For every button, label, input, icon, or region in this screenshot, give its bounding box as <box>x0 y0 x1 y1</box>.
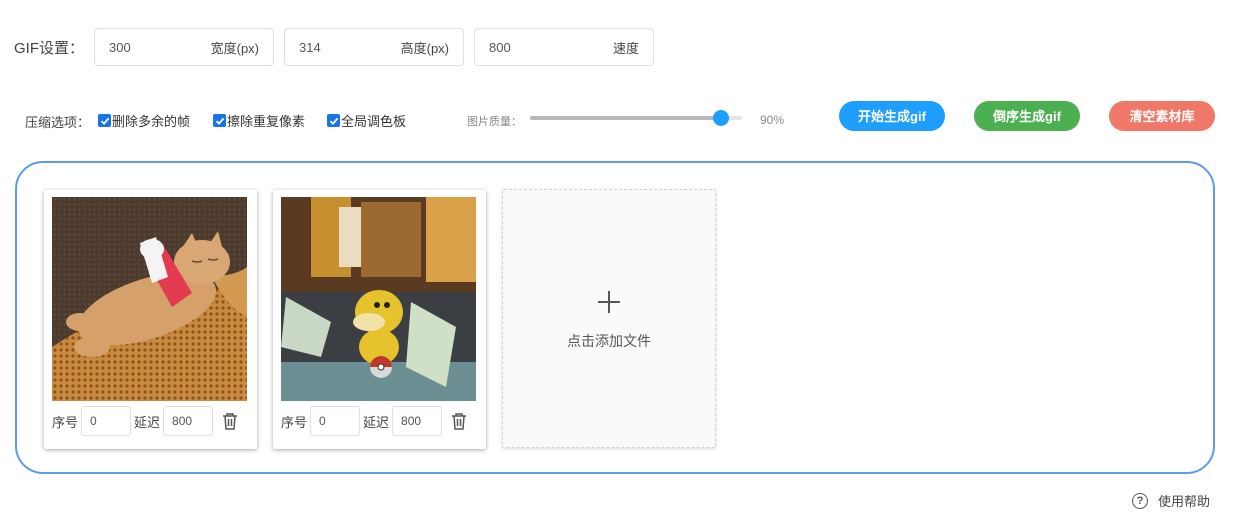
add-file-button[interactable]: 点击添加文件 <box>502 189 716 448</box>
height-suffix: 高度(px) <box>400 40 449 56</box>
frame-delay-input[interactable] <box>392 406 443 436</box>
start-generate-button[interactable]: 开始生成gif <box>839 101 945 131</box>
trash-icon[interactable] <box>222 412 238 430</box>
width-suffix: 宽度(px) <box>210 40 259 56</box>
delay-label: 延迟 <box>134 414 161 430</box>
checkbox-remove-frames[interactable]: 删除多余的帧 <box>98 111 190 130</box>
frame-index-input[interactable] <box>310 406 361 436</box>
clear-library-button[interactable]: 清空素材库 <box>1109 101 1215 131</box>
frame-card: 序号 延迟 <box>44 190 257 449</box>
frame-library: 序号 延迟 <box>15 161 1215 474</box>
frame-thumbnail-kitten <box>52 197 247 401</box>
help-link[interactable]: ? 使用帮助 <box>1132 491 1210 510</box>
gif-settings-label: GIF设置： <box>14 39 84 57</box>
speed-suffix: 速度 <box>612 40 639 56</box>
frame-index-input[interactable] <box>81 406 132 436</box>
checkbox-checked-icon[interactable] <box>98 114 111 127</box>
quality-slider[interactable] <box>530 111 742 125</box>
index-label: 序号 <box>52 414 79 430</box>
frame-controls: 序号 延迟 <box>281 406 467 436</box>
frame-delay-input[interactable] <box>163 406 214 436</box>
slider-fill <box>530 116 721 120</box>
width-input[interactable] <box>109 39 189 55</box>
checkbox-label: 擦除重复像素 <box>227 114 306 129</box>
quality-label: 图片质量： <box>467 116 522 128</box>
width-field[interactable]: 宽度(px) <box>94 28 274 66</box>
add-file-label: 点击添加文件 <box>567 332 651 349</box>
checkbox-checked-icon[interactable] <box>213 114 226 127</box>
quality-value: 90% <box>760 113 785 127</box>
reverse-generate-button[interactable]: 倒序生成gif <box>974 101 1080 131</box>
checkbox-label: 删除多余的帧 <box>112 114 191 129</box>
index-label: 序号 <box>281 414 308 430</box>
trash-icon[interactable] <box>451 412 467 430</box>
slider-thumb[interactable] <box>713 111 728 125</box>
question-circle-icon: ? <box>1132 492 1148 509</box>
frame-card: 序号 延迟 <box>273 190 486 449</box>
checkbox-erase-pixels[interactable]: 擦除重复像素 <box>213 111 305 130</box>
help-label: 使用帮助 <box>1158 494 1211 509</box>
height-input[interactable] <box>299 39 379 55</box>
height-field[interactable]: 高度(px) <box>284 28 464 66</box>
frame-thumbnail-psyduck <box>281 197 476 401</box>
plus-icon <box>596 287 622 321</box>
compression-options-row: 压缩选项： 删除多余的帧 擦除重复像素 全局调色板 图片质量： 90% 开始生成… <box>25 101 1225 135</box>
checkbox-label: 全局调色板 <box>341 114 407 129</box>
checkbox-global-palette[interactable]: 全局调色板 <box>327 111 406 130</box>
speed-field[interactable]: 速度 <box>474 28 654 66</box>
checkbox-checked-icon[interactable] <box>327 114 340 127</box>
frame-controls: 序号 延迟 <box>52 406 238 436</box>
compression-label: 压缩选项： <box>25 115 91 130</box>
delay-label: 延迟 <box>363 414 390 430</box>
speed-input[interactable] <box>489 39 569 55</box>
gif-settings-row: GIF设置： 宽度(px) 高度(px) 速度 <box>14 28 664 66</box>
